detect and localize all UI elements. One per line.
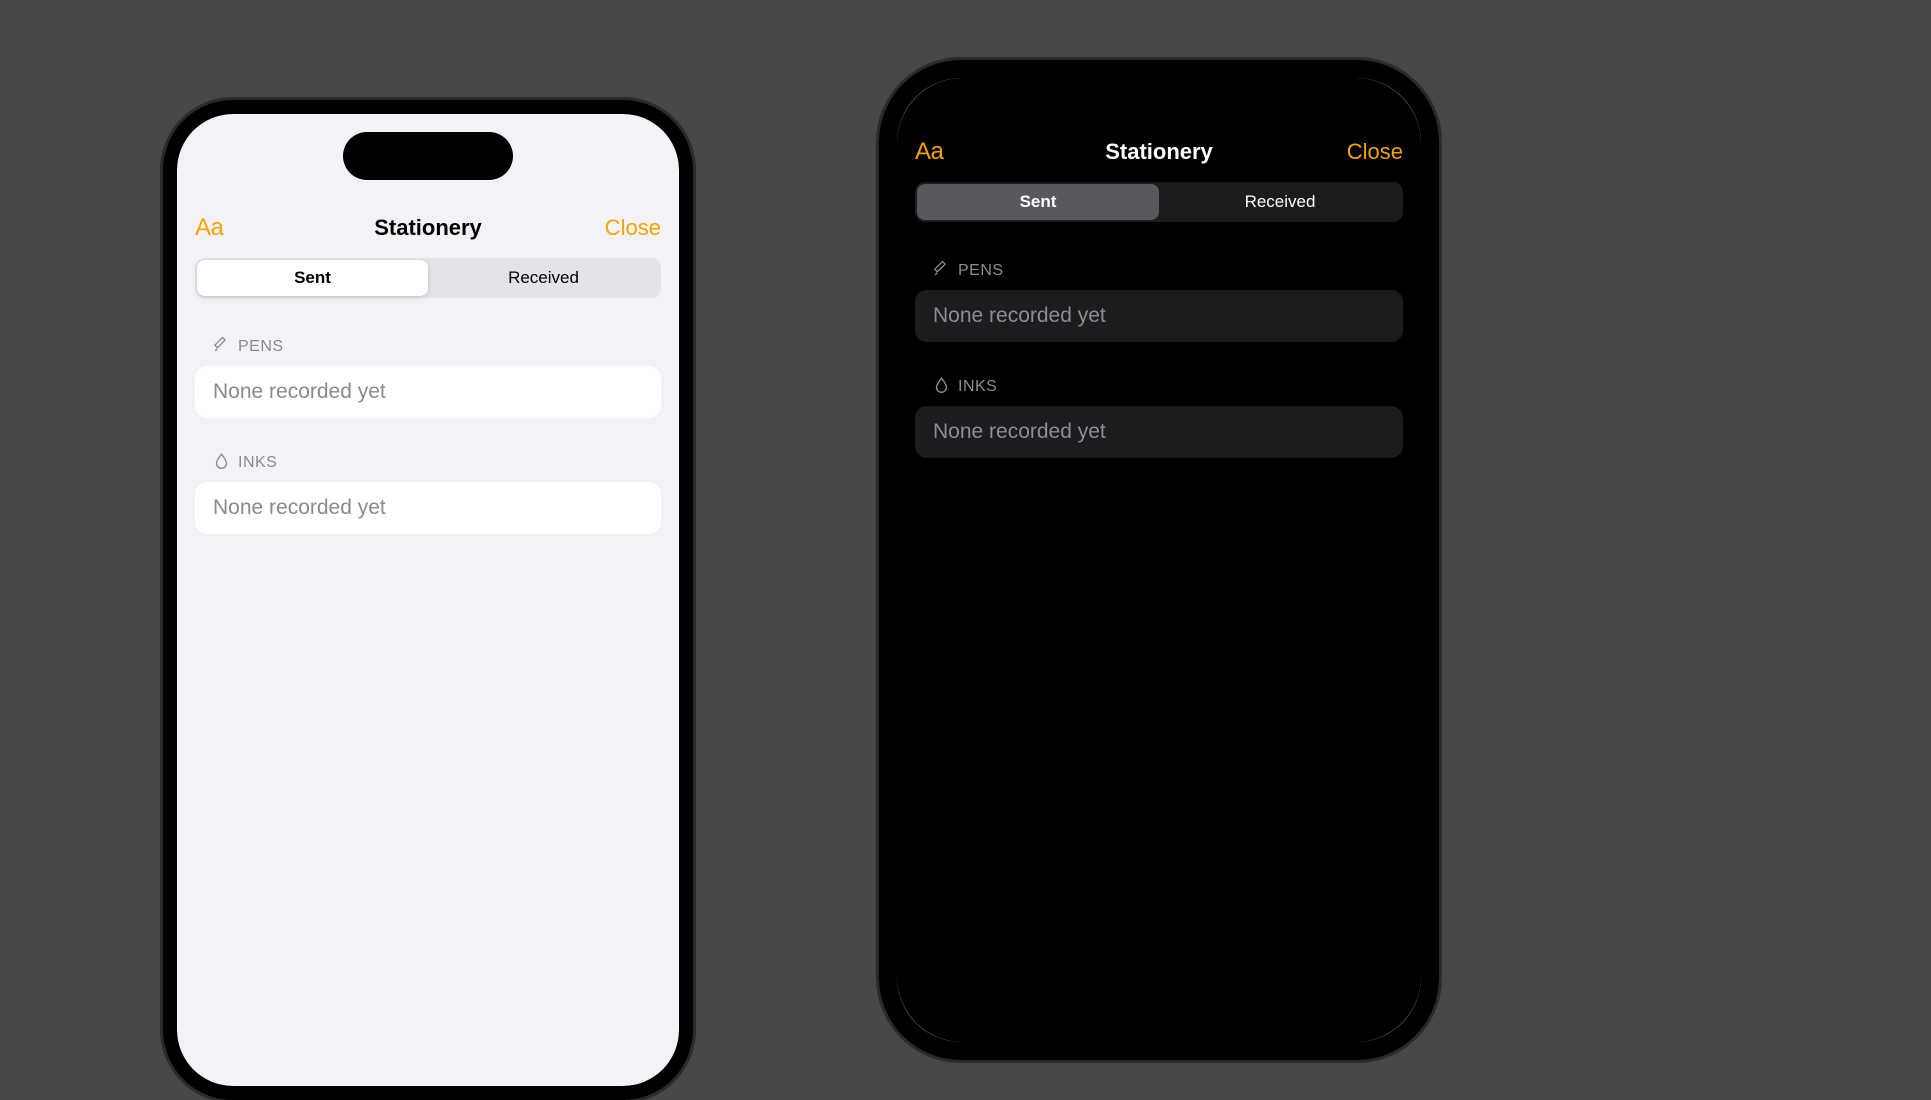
navbar: Aa Stationery Close bbox=[177, 206, 679, 250]
pens-header: PENS bbox=[195, 336, 661, 358]
close-button[interactable]: Close bbox=[591, 215, 661, 241]
inks-header-label: INKS bbox=[238, 454, 277, 472]
drop-icon bbox=[933, 376, 950, 398]
pens-header: PENS bbox=[915, 260, 1403, 282]
typography-button[interactable]: Aa bbox=[915, 138, 985, 166]
inks-section: INKS None recorded yet bbox=[897, 376, 1421, 458]
dynamic-island bbox=[343, 132, 513, 180]
light-phone-mock: Aa Stationery Close Sent Received PENS N… bbox=[163, 100, 693, 1100]
screen: Aa Stationery Close Sent Received PENS N… bbox=[897, 78, 1421, 1042]
inks-empty-cell: None recorded yet bbox=[195, 482, 661, 534]
phone-bezel: Aa Stationery Close Sent Received PENS N… bbox=[163, 100, 693, 1100]
pens-header-label: PENS bbox=[958, 262, 1004, 280]
sent-received-segment[interactable]: Sent Received bbox=[195, 258, 661, 298]
screen: Aa Stationery Close Sent Received PENS N… bbox=[177, 114, 679, 1086]
typography-button[interactable]: Aa bbox=[195, 214, 265, 242]
segment-received[interactable]: Received bbox=[428, 260, 659, 296]
sent-received-segment[interactable]: Sent Received bbox=[915, 182, 1403, 222]
page-title: Stationery bbox=[265, 215, 591, 241]
pens-section: PENS None recorded yet bbox=[177, 336, 679, 418]
dark-phone-mock: Aa Stationery Close Sent Received PENS N… bbox=[879, 60, 1439, 1060]
inks-header: INKS bbox=[195, 452, 661, 474]
inks-section: INKS None recorded yet bbox=[177, 452, 679, 534]
phone-bezel: Aa Stationery Close Sent Received PENS N… bbox=[879, 60, 1439, 1060]
inks-header-label: INKS bbox=[958, 378, 997, 396]
inks-empty-cell: None recorded yet bbox=[915, 406, 1403, 458]
pen-icon bbox=[933, 260, 950, 282]
pens-section: PENS None recorded yet bbox=[897, 260, 1421, 342]
pen-icon bbox=[213, 336, 230, 358]
close-button[interactable]: Close bbox=[1333, 139, 1403, 165]
pens-empty-cell: None recorded yet bbox=[195, 366, 661, 418]
segment-received[interactable]: Received bbox=[1159, 184, 1401, 220]
inks-header: INKS bbox=[915, 376, 1403, 398]
segment-sent[interactable]: Sent bbox=[197, 260, 428, 296]
pens-header-label: PENS bbox=[238, 338, 284, 356]
drop-icon bbox=[213, 452, 230, 474]
navbar: Aa Stationery Close bbox=[897, 130, 1421, 174]
pens-empty-cell: None recorded yet bbox=[915, 290, 1403, 342]
page-title: Stationery bbox=[985, 139, 1333, 165]
segment-sent[interactable]: Sent bbox=[917, 184, 1159, 220]
